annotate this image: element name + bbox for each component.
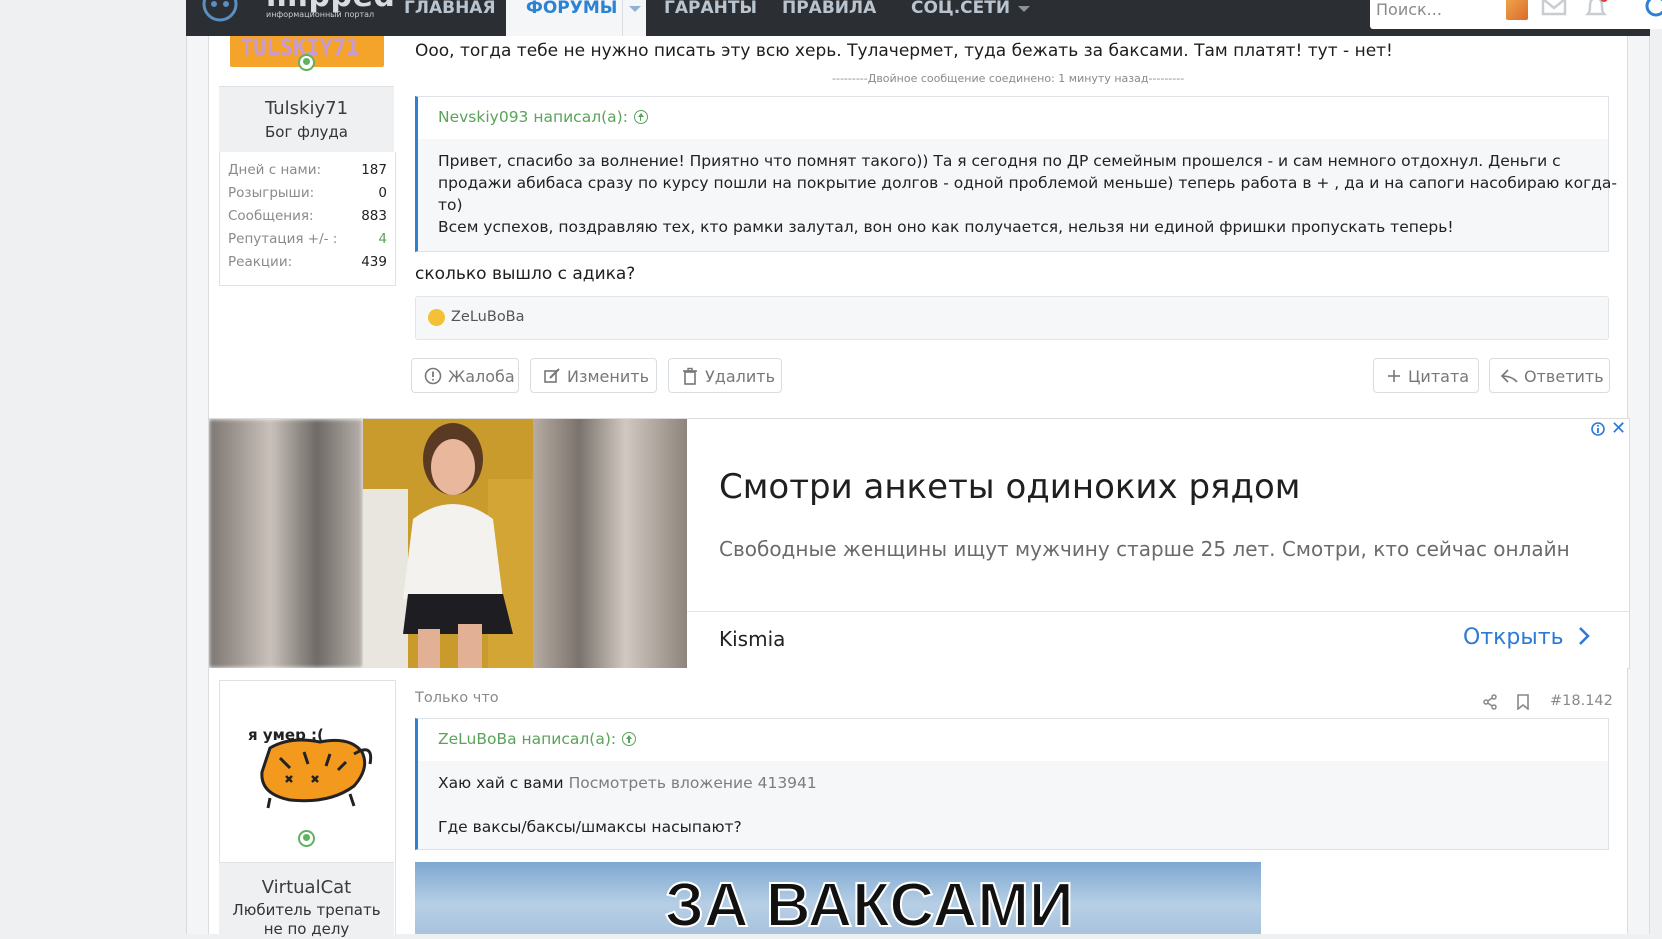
chevron-down-icon	[1018, 6, 1030, 12]
edit-button[interactable]: Изменить	[530, 358, 657, 393]
online-status-icon	[298, 830, 315, 847]
post-number[interactable]: #18.142	[1550, 693, 1613, 709]
username[interactable]: VirtualCat	[219, 877, 394, 898]
nav-home[interactable]: ГЛАВНАЯ	[404, 0, 496, 36]
nav-guarantors[interactable]: ГАРАНТЫ	[664, 0, 757, 36]
nav-social-dropdown[interactable]	[1016, 0, 1032, 36]
ad-open-button[interactable]: Открыть	[1463, 625, 1591, 650]
stat-messages: Сообщения: 883	[228, 208, 387, 224]
quote-line: продажи абибаса сразу по курсу пошли на …	[438, 174, 1618, 192]
username[interactable]: Tulskiy71	[219, 98, 394, 119]
nav-rules[interactable]: ПРАВИЛА	[782, 0, 876, 36]
quote-block: ZeLuBoBa написал(а): Хаю хай с вами Посм…	[415, 718, 1609, 850]
ad-photo	[363, 419, 533, 668]
nav-forums-dropdown[interactable]	[622, 0, 647, 36]
quote-line: Хаю хай с вами Посмотреть вложение 41394…	[438, 774, 817, 792]
quote-button[interactable]: Цитата	[1373, 358, 1479, 393]
online-status-icon	[298, 54, 315, 71]
post-time[interactable]: Только что	[415, 690, 499, 706]
plus-icon	[1388, 370, 1400, 382]
nav-social[interactable]: СОЦ.СЕТИ	[911, 0, 1010, 36]
ad-photo-figure	[363, 419, 533, 668]
nav-forums-label: ФОРУМЫ	[526, 0, 618, 18]
stat-reputation: Репутация +/- :4	[228, 231, 387, 247]
arrow-up-circle-icon[interactable]	[622, 732, 637, 746]
stat-giveaways: Розыгрыши: 0	[228, 185, 387, 201]
info-icon[interactable]	[1591, 422, 1605, 436]
ad-image-blur-right	[533, 419, 687, 668]
advertisement[interactable]: Смотри анкеты одиноких рядом Свободные ж…	[208, 418, 1630, 669]
ad-image[interactable]	[209, 419, 687, 668]
chevron-down-icon	[629, 6, 641, 12]
user-namebox: VirtualCat Любитель трепать не по делу	[219, 862, 394, 938]
post-text: Ооо, тогда тебе не нужно писать эту всю …	[415, 41, 1393, 61]
edit-icon	[544, 368, 560, 383]
delete-button[interactable]: Удалить	[668, 358, 782, 393]
quote-line: Где ваксы/баксы/шмаксы насыпают?	[438, 818, 742, 836]
nav-forums[interactable]: ФОРУМЫ	[506, 0, 646, 36]
user-stats: Дней с нами: 187 Розыгрыши: 0 Сообщения: 88…	[219, 152, 396, 286]
quote-line: Привет, спасибо за волнение! Приятно что…	[438, 152, 1561, 170]
avatar-cat-image[interactable]	[250, 728, 376, 810]
meme-caption: ЗА ВАКСАМИ	[664, 870, 1075, 934]
bookmark-icon[interactable]	[1516, 694, 1530, 710]
arrow-up-circle-icon[interactable]	[633, 110, 648, 124]
mail-icon[interactable]	[1540, 0, 1568, 24]
logo-subtitle: информационный портал	[266, 10, 375, 19]
ad-description[interactable]: Свободные женщины ищут мужчину старше 25…	[719, 537, 1570, 561]
share-icon[interactable]	[1482, 694, 1498, 710]
quote-author[interactable]: ZeLuBoBa написал(а):	[438, 730, 637, 748]
attachment-link[interactable]: Посмотреть вложение 413941	[569, 774, 817, 792]
ad-divider	[687, 611, 1629, 612]
logo-gamepad-icon	[202, 0, 238, 22]
stat-days: Дней с нами: 187	[228, 162, 387, 178]
laughing-emoji-icon	[428, 309, 445, 326]
site-logo[interactable]: mipped информационный портал	[200, 0, 395, 30]
user-title: Бог флуда	[265, 123, 348, 141]
reaction-user[interactable]: ZeLuBoBa	[451, 309, 525, 325]
ad-title[interactable]: Смотри анкеты одиноких рядом	[719, 467, 1300, 507]
top-navigation: mipped информационный портал ГЛАВНАЯ ФОР…	[186, 0, 1662, 36]
alert-circle-icon	[424, 367, 442, 385]
ad-close-button[interactable]: ✕	[1611, 420, 1626, 438]
quote-block: Nevskiy093 написал(а): Привет, спасибо з…	[415, 96, 1617, 252]
post-text: сколько вышло с адика?	[415, 264, 636, 284]
stat-reactions: Реакции: 439	[228, 254, 387, 270]
chevron-right-icon	[1578, 627, 1590, 645]
user-avatar[interactable]	[1506, 0, 1528, 20]
reply-icon	[1500, 369, 1518, 383]
user-namebox: Tulskiy71 Бог флуда	[219, 86, 394, 154]
report-button[interactable]: Жалоба	[411, 358, 519, 393]
quote-header: ZeLuBoBa написал(а):	[418, 719, 1608, 761]
ad-image-blur-left	[209, 419, 363, 668]
ad-brand[interactable]: Kismia	[719, 627, 785, 651]
quote-line: то)	[438, 196, 463, 214]
merge-note: ---------Двойное сообщение соединено: 1 …	[832, 72, 1185, 85]
quote-line: Всем успехов, поздравляю тех, кто рамки …	[438, 218, 1454, 236]
reply-button[interactable]: Ответить	[1489, 358, 1610, 393]
reactions-bar[interactable]: ZeLuBoBa	[415, 296, 1609, 340]
search-icon[interactable]	[1644, 0, 1662, 24]
quote-author[interactable]: Nevskiy093 написал(а):	[438, 108, 648, 126]
trash-icon	[683, 367, 697, 385]
bell-icon[interactable]	[1582, 0, 1610, 24]
meme-image[interactable]: ЗА ВАКСАМИ	[415, 862, 1261, 934]
user-title: Любитель трепать не по делу	[232, 901, 381, 938]
quote-header: Nevskiy093 написал(а):	[418, 97, 1608, 139]
